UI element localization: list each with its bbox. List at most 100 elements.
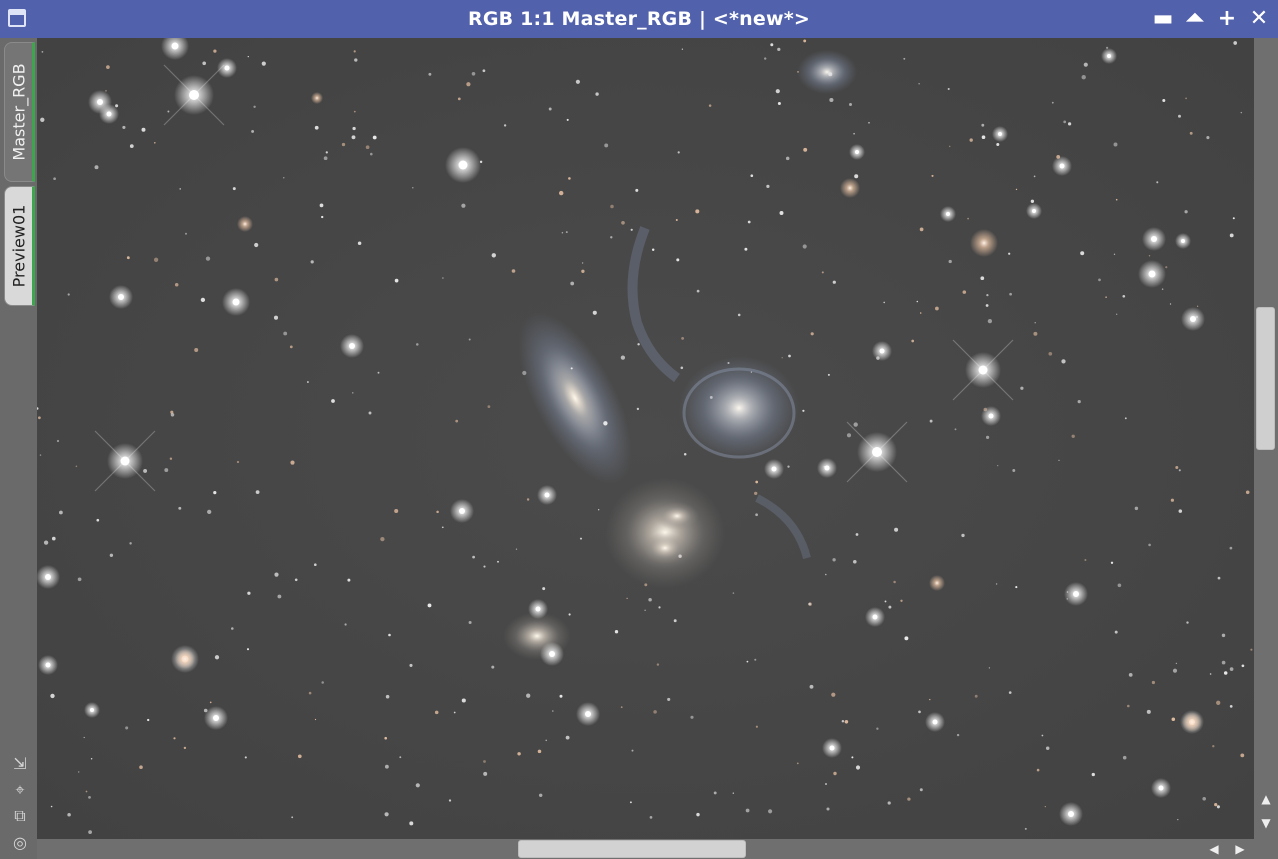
star bbox=[1073, 591, 1079, 597]
star bbox=[224, 65, 230, 71]
faint-star bbox=[1044, 806, 1046, 808]
faint-star bbox=[254, 242, 259, 248]
faint-star bbox=[231, 627, 234, 630]
faint-star bbox=[825, 783, 827, 785]
galaxy-core bbox=[655, 502, 699, 530]
faint-star bbox=[1186, 621, 1189, 624]
faint-star bbox=[1091, 772, 1095, 777]
scroll-down-button[interactable]: ▼ bbox=[1254, 814, 1278, 832]
faint-star bbox=[832, 280, 836, 284]
tab-master-rgb[interactable]: Master_RGB bbox=[4, 42, 35, 182]
faint-star bbox=[683, 453, 687, 456]
faint-star bbox=[833, 771, 837, 776]
faint-star bbox=[67, 812, 71, 817]
faint-star bbox=[1162, 99, 1166, 102]
tab-preview01[interactable]: Preview01 bbox=[4, 186, 35, 306]
star bbox=[1032, 209, 1036, 213]
faint-star bbox=[995, 583, 998, 585]
faint-star bbox=[129, 144, 134, 148]
faint-star bbox=[855, 765, 861, 770]
faint-star bbox=[441, 526, 444, 529]
faint-star bbox=[918, 83, 920, 85]
star bbox=[946, 212, 950, 216]
faint-star bbox=[962, 290, 967, 294]
clone-icon[interactable]: ⧉ bbox=[10, 806, 30, 826]
close-button[interactable]: ✕ bbox=[1246, 6, 1272, 32]
faint-star bbox=[985, 435, 990, 440]
faint-star bbox=[696, 812, 700, 817]
faint-star bbox=[321, 681, 324, 684]
faint-star bbox=[457, 97, 461, 101]
faint-star bbox=[884, 600, 887, 603]
faint-star bbox=[985, 304, 989, 307]
faint-star bbox=[491, 665, 495, 669]
faint-star bbox=[614, 630, 619, 634]
faint-star bbox=[1245, 490, 1250, 495]
star bbox=[213, 715, 219, 721]
faint-star bbox=[980, 276, 985, 281]
faint-star bbox=[696, 289, 700, 293]
faint-star bbox=[205, 256, 211, 261]
faint-star bbox=[581, 269, 585, 273]
faint-star bbox=[323, 156, 328, 161]
faint-star bbox=[956, 733, 960, 737]
shrink-icon[interactable]: ⇲ bbox=[10, 754, 30, 774]
faint-star bbox=[630, 228, 633, 231]
horizontal-scroll-thumb[interactable] bbox=[518, 840, 746, 858]
faint-star bbox=[1113, 142, 1118, 147]
restore-button[interactable]: + bbox=[1214, 6, 1240, 32]
star bbox=[771, 466, 777, 472]
faint-star bbox=[483, 565, 486, 568]
fit-icon[interactable]: ⌖ bbox=[10, 780, 30, 800]
faint-star bbox=[1223, 671, 1228, 675]
window-title: RGB 1:1 Master_RGB | <*new*> bbox=[467, 8, 810, 30]
faint-star bbox=[314, 125, 319, 130]
faint-star bbox=[170, 410, 174, 414]
faint-star bbox=[1024, 827, 1027, 830]
scroll-up-button[interactable]: ▲ bbox=[1254, 790, 1278, 808]
faint-star bbox=[777, 101, 781, 106]
star bbox=[829, 745, 835, 751]
title-bar[interactable]: RGB 1:1 Master_RGB | <*new*> ▬ ⏶ + ✕ bbox=[0, 0, 1278, 38]
faint-star bbox=[511, 269, 516, 273]
faint-star bbox=[88, 830, 92, 834]
vertical-scrollbar[interactable]: ▲ ▼ bbox=[1254, 38, 1278, 839]
horizontal-scrollbar[interactable]: ◀ ▶ bbox=[37, 839, 1278, 859]
star bbox=[1148, 270, 1156, 278]
faint-star bbox=[247, 55, 249, 58]
faint-star bbox=[1151, 680, 1155, 685]
faint-star bbox=[372, 135, 377, 140]
faint-star bbox=[1229, 667, 1234, 671]
star bbox=[458, 160, 468, 170]
faint-star bbox=[1030, 199, 1035, 203]
faint-star bbox=[416, 343, 419, 346]
faint-star bbox=[676, 258, 680, 262]
faint-star bbox=[832, 558, 836, 562]
faint-star bbox=[1051, 101, 1054, 104]
faint-star bbox=[468, 620, 472, 625]
faint-star bbox=[75, 465, 78, 468]
minimize-button[interactable]: ▬ bbox=[1150, 6, 1176, 32]
target-icon[interactable]: ◎ bbox=[10, 833, 30, 853]
faint-star bbox=[929, 698, 931, 701]
faint-star bbox=[434, 710, 439, 715]
maximize-button[interactable]: ⏶ bbox=[1182, 6, 1208, 32]
faint-star bbox=[1020, 386, 1024, 390]
faint-star bbox=[40, 117, 45, 122]
faint-star bbox=[635, 188, 639, 192]
scroll-right-button[interactable]: ▶ bbox=[1231, 839, 1249, 859]
faint-star bbox=[43, 540, 49, 545]
scroll-left-button[interactable]: ◀ bbox=[1205, 839, 1223, 859]
image-canvas[interactable] bbox=[37, 38, 1254, 839]
faint-star bbox=[377, 371, 380, 374]
faint-star bbox=[829, 97, 834, 103]
faint-star bbox=[246, 648, 250, 651]
faint-star bbox=[319, 203, 324, 208]
faint-star bbox=[559, 694, 563, 698]
vertical-scroll-thumb[interactable] bbox=[1256, 307, 1275, 450]
faint-star bbox=[380, 536, 385, 542]
faint-star bbox=[1098, 278, 1101, 282]
faint-star bbox=[1071, 434, 1075, 438]
faint-star bbox=[538, 793, 543, 798]
faint-star bbox=[483, 760, 486, 763]
